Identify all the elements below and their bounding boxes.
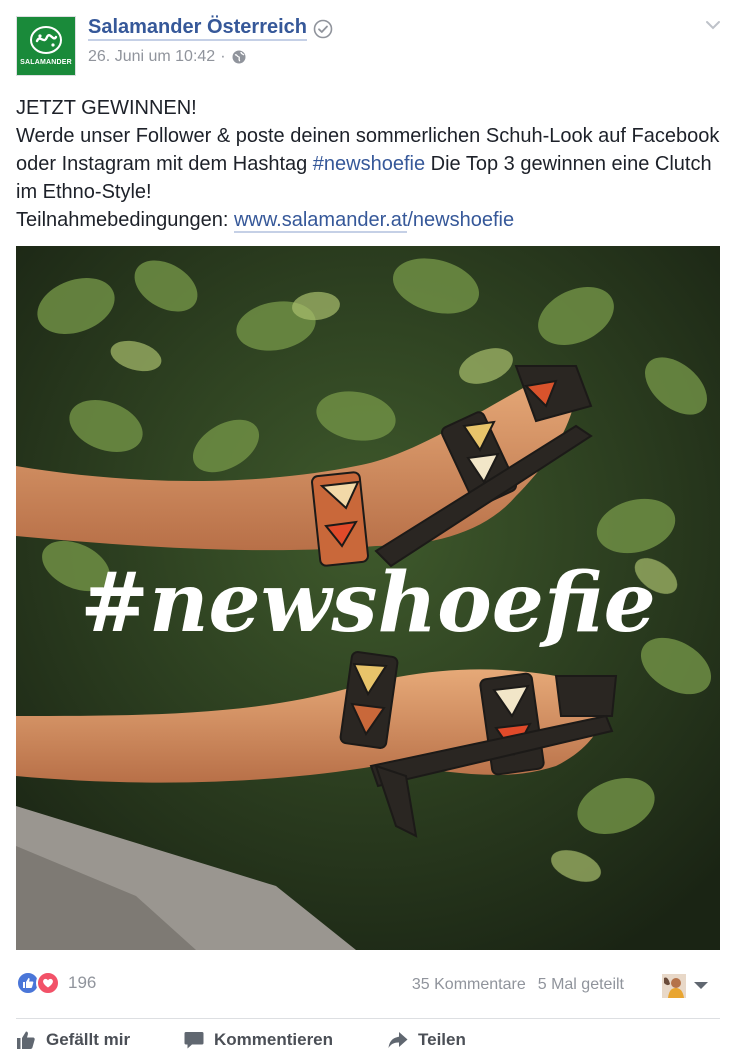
share-as-dropdown-caret-icon[interactable]	[694, 982, 708, 989]
post-stats: 196 35 Kommentare 5 Mal geteilt	[16, 968, 720, 1002]
share-button[interactable]: Teilen	[388, 1030, 466, 1050]
avatar-brand-text: SALAMANDER	[20, 58, 72, 66]
verified-icon	[313, 19, 333, 38]
image-overlay-text: #newshoefie	[80, 555, 656, 651]
meta-separator: ·	[220, 48, 226, 65]
chevron-down-icon[interactable]	[704, 16, 722, 34]
engagement-links: 35 Kommentare 5 Mal geteilt	[412, 976, 624, 994]
post-terms: Teilnahmebedingungen: www.salamander.at/…	[16, 206, 720, 234]
share-arrow-icon	[388, 1032, 408, 1048]
globe-icon[interactable]	[231, 49, 247, 65]
page-name-link[interactable]: Salamander Österreich	[88, 16, 333, 41]
like-button-label[interactable]: Gefällt mir	[46, 1030, 130, 1050]
post-meta: 26. Juni um 10:42 ·	[88, 48, 247, 66]
facebook-post: SALAMANDER Salamander Österreich 26. Jun…	[0, 0, 736, 1060]
terms-label: Teilnahmebedingungen:	[16, 209, 234, 231]
terms-link[interactable]: www.salamander.at/newshoefie	[233, 209, 514, 233]
comments-count-link[interactable]: 35 Kommentare	[412, 976, 526, 994]
page-name[interactable]: Salamander Österreich	[88, 16, 307, 41]
page-avatar[interactable]: SALAMANDER	[16, 16, 76, 76]
post-actions: Gefällt mir Kommentieren Teilen	[16, 1026, 720, 1058]
share-as-avatar-icon[interactable]	[662, 974, 686, 998]
like-button[interactable]: Gefällt mir	[16, 1030, 130, 1050]
terms-link-path[interactable]: /newshoefie	[407, 209, 514, 231]
share-button-label[interactable]: Teilen	[418, 1030, 466, 1050]
post-headline: JETZT GEWINNEN!	[16, 97, 197, 119]
comment-button-label[interactable]: Kommentieren	[214, 1030, 333, 1050]
shares-count-link[interactable]: 5 Mal geteilt	[538, 976, 624, 994]
post-message: JETZT GEWINNEN! Werde unser Follower & p…	[16, 94, 720, 234]
terms-link-domain[interactable]: www.salamander.at	[233, 209, 408, 233]
post-image[interactable]: #newshoefie	[16, 246, 720, 950]
comment-icon	[184, 1032, 204, 1049]
sandals-photo: #newshoefie	[16, 246, 720, 950]
reaction-count[interactable]: 196	[68, 973, 96, 993]
salamander-logo-icon	[30, 25, 62, 54]
comment-button[interactable]: Kommentieren	[184, 1030, 333, 1050]
actions-divider	[16, 1018, 720, 1019]
hashtag-link[interactable]: #newshoefie	[313, 153, 425, 175]
love-reaction-icon	[36, 971, 60, 995]
post-timestamp[interactable]: 26. Juni um 10:42	[88, 48, 215, 66]
reactions-summary[interactable]: 196	[16, 971, 96, 995]
post-body: Werde unser Follower & poste deinen somm…	[16, 122, 720, 206]
thumbs-up-icon	[17, 1031, 35, 1049]
